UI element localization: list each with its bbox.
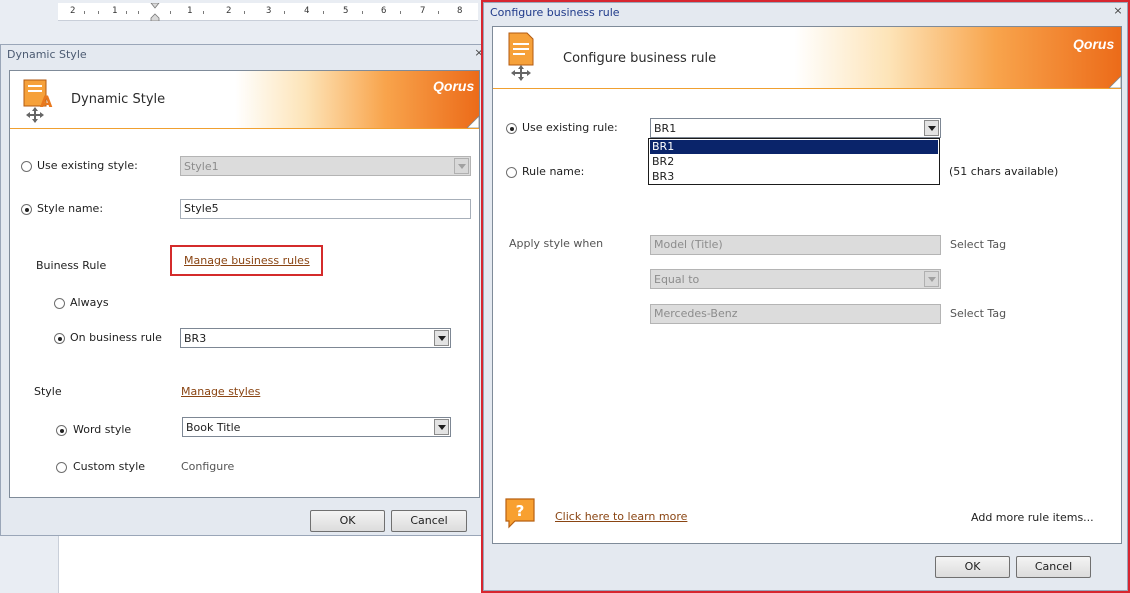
style-name-label: Style name: bbox=[37, 202, 104, 215]
ruler-tick bbox=[138, 11, 139, 14]
ruler-tick bbox=[203, 11, 204, 14]
dynamic-style-dialog: Dynamic Style × A Dynamic Style Qorus Us… bbox=[0, 44, 489, 536]
dialog-content-panel: A Dynamic Style Qorus Use existing style… bbox=[9, 70, 480, 498]
style-section-label: Style bbox=[34, 385, 62, 398]
qorus-logo: Qorus bbox=[433, 78, 475, 94]
ok-button[interactable]: OK bbox=[310, 510, 385, 532]
ruler-number: 1 bbox=[112, 6, 118, 16]
business-rule-value: BR3 bbox=[184, 332, 207, 345]
word-style-select[interactable]: Book Title bbox=[182, 417, 451, 437]
word-style-radio[interactable] bbox=[56, 425, 67, 436]
dialog-titlebar[interactable]: Dynamic Style × bbox=[1, 45, 488, 65]
dropdown-option[interactable]: BR3 bbox=[650, 170, 938, 184]
header-banner: A Dynamic Style Qorus bbox=[10, 71, 479, 129]
highlight-box bbox=[170, 245, 323, 276]
ruler-tick bbox=[126, 11, 127, 14]
business-rule-label: Buiness Rule bbox=[36, 259, 107, 272]
ruler-number: 4 bbox=[304, 6, 310, 16]
on-business-rule-label: On business rule bbox=[70, 331, 162, 344]
ruler-number: 6 bbox=[381, 6, 387, 16]
ruler-number: 5 bbox=[343, 6, 349, 16]
ruler-tick bbox=[244, 11, 245, 14]
ruler-number: 3 bbox=[266, 6, 272, 16]
cancel-button[interactable]: Cancel bbox=[391, 510, 467, 532]
document-margin bbox=[0, 536, 58, 593]
svg-text:A: A bbox=[40, 92, 53, 111]
ruler-tick bbox=[362, 11, 363, 14]
document-page[interactable] bbox=[58, 536, 488, 593]
use-existing-style-radio[interactable] bbox=[21, 161, 32, 172]
existing-style-select[interactable]: Style1 bbox=[180, 156, 471, 176]
dropdown-option[interactable]: BR1 bbox=[650, 140, 938, 154]
ruler-tick bbox=[170, 11, 171, 14]
ruler-tick bbox=[323, 11, 324, 14]
ruler-number: 2 bbox=[226, 6, 232, 16]
custom-style-label: Custom style bbox=[73, 460, 146, 473]
highlight-frame bbox=[481, 0, 1130, 593]
style-name-radio[interactable] bbox=[21, 204, 32, 215]
chevron-down-icon[interactable] bbox=[434, 419, 449, 435]
ruler-tick bbox=[400, 11, 401, 14]
style-logo-icon: A bbox=[23, 79, 53, 123]
existing-style-value: Style1 bbox=[184, 160, 219, 173]
ruler-number: 1 bbox=[187, 6, 193, 16]
manage-styles-link[interactable]: Manage styles bbox=[181, 385, 260, 398]
use-existing-style-label: Use existing style: bbox=[37, 159, 138, 172]
word-style-label: Word style bbox=[73, 423, 132, 436]
ruler-number: 8 bbox=[457, 6, 463, 16]
rule-dropdown-list[interactable]: BR1 BR2 BR3 bbox=[648, 138, 940, 185]
ruler-tick bbox=[438, 11, 439, 14]
ruler-number: 7 bbox=[420, 6, 426, 16]
on-business-rule-radio[interactable] bbox=[54, 333, 65, 344]
indent-marker-icon[interactable] bbox=[150, 3, 160, 21]
ruler-tick bbox=[84, 11, 85, 14]
business-rule-select[interactable]: BR3 bbox=[180, 328, 451, 348]
configure-label: Configure bbox=[181, 460, 235, 473]
always-radio[interactable] bbox=[54, 298, 65, 309]
chevron-down-icon[interactable] bbox=[434, 330, 449, 346]
chevron-down-icon[interactable] bbox=[454, 158, 469, 174]
header-title: Dynamic Style bbox=[71, 92, 166, 107]
word-style-value: Book Title bbox=[186, 421, 241, 434]
ruler-tick bbox=[98, 11, 99, 14]
ruler-tick bbox=[284, 11, 285, 14]
page-curl-icon bbox=[467, 116, 479, 128]
always-label: Always bbox=[70, 296, 109, 309]
style-name-input[interactable]: Style5 bbox=[180, 199, 471, 219]
horizontal-ruler[interactable]: 2 1 1 2 3 4 5 6 7 8 bbox=[58, 3, 478, 21]
dialog-title: Dynamic Style bbox=[7, 48, 87, 61]
ruler-number: 2 bbox=[70, 6, 76, 16]
dropdown-option[interactable]: BR2 bbox=[650, 155, 938, 169]
custom-style-radio[interactable] bbox=[56, 462, 67, 473]
